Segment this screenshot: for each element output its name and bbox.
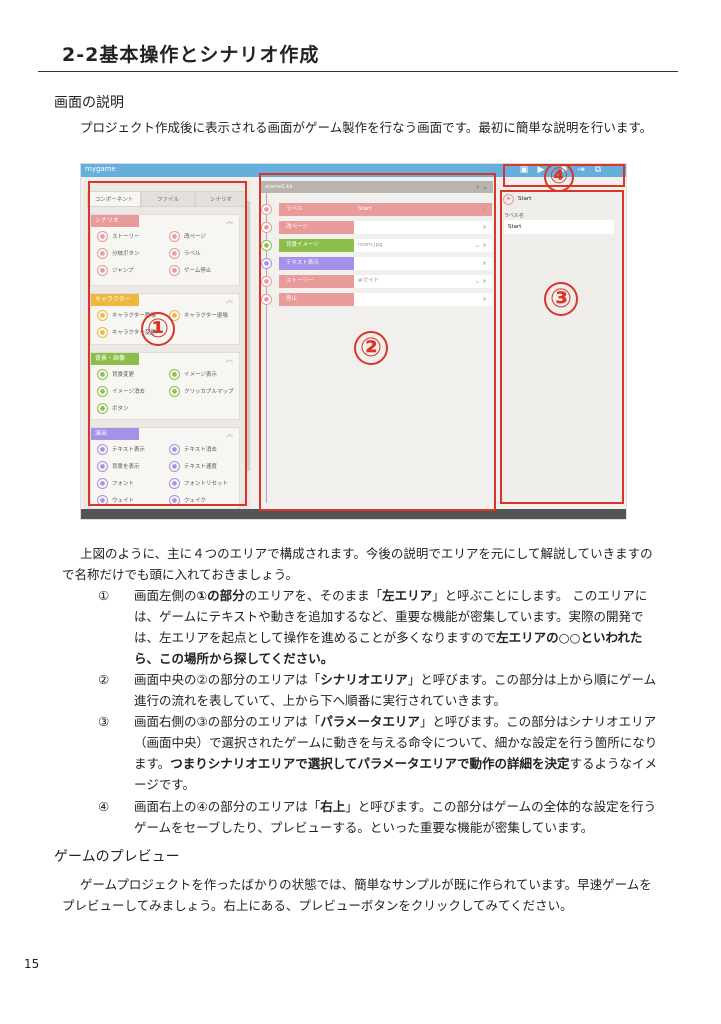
para2-line1: ゲームプロジェクトを作ったばかりの状態では、簡単なサンプルが既に作られています。…	[80, 877, 652, 892]
marker-box-3	[500, 190, 624, 504]
marker-4: ④	[544, 164, 574, 192]
list-item-4: ④ 画面右上の④の部分のエリアは「右上」と呼びます。この部分はゲームの全体的な設…	[98, 796, 678, 838]
app-logo: mygame	[85, 165, 116, 173]
list-num: ③	[98, 714, 110, 729]
marker-2: ②	[354, 331, 388, 365]
page-number: 15	[24, 957, 40, 971]
list-num: ④	[98, 799, 110, 814]
section-heading-preview: ゲームのプレビュー	[54, 849, 180, 865]
app-screenshot: mygame ▣ ▶ ✺ ⇥ ⧉ コンポーネント ファイル シナリオ シナリオ ︿…	[80, 163, 627, 520]
list-item-3: ③ 画面右側の③の部分のエリアは「パラメータエリア」と呼びます。この部分はシナリ…	[98, 711, 678, 795]
para1-line2: で名称だけでも頭に入れておきましょう。	[62, 567, 299, 582]
para1-line1: 上図のように、主に４つのエリアで構成されます。今後の説明でエリアを元にして解説し…	[80, 546, 653, 561]
marker-3: ③	[544, 282, 578, 316]
page-title: 2-2基本操作とシナリオ作成	[62, 44, 320, 66]
list-num: ①	[98, 588, 110, 603]
list-num: ②	[98, 672, 110, 687]
section-heading: 画面の説明	[54, 95, 124, 111]
intro-text: プロジェクト作成後に表示される画面がゲーム製作を行なう画面です。最初に簡単な説明…	[80, 120, 653, 135]
para2-line2: プレビューしてみましょう。右上にある、プレビューボタンをクリックしてみてください…	[62, 898, 573, 913]
marker-1: ①	[141, 312, 175, 346]
list-item-1: ① 画面左側の①の部分のエリアを、そのまま「左エリア」と呼ぶことにします。 この…	[98, 585, 678, 669]
list-item-2: ② 画面中央の②の部分のエリアは「シナリオエリア」と呼びます。この部分は上から順…	[98, 669, 678, 711]
title-rule	[38, 71, 678, 72]
